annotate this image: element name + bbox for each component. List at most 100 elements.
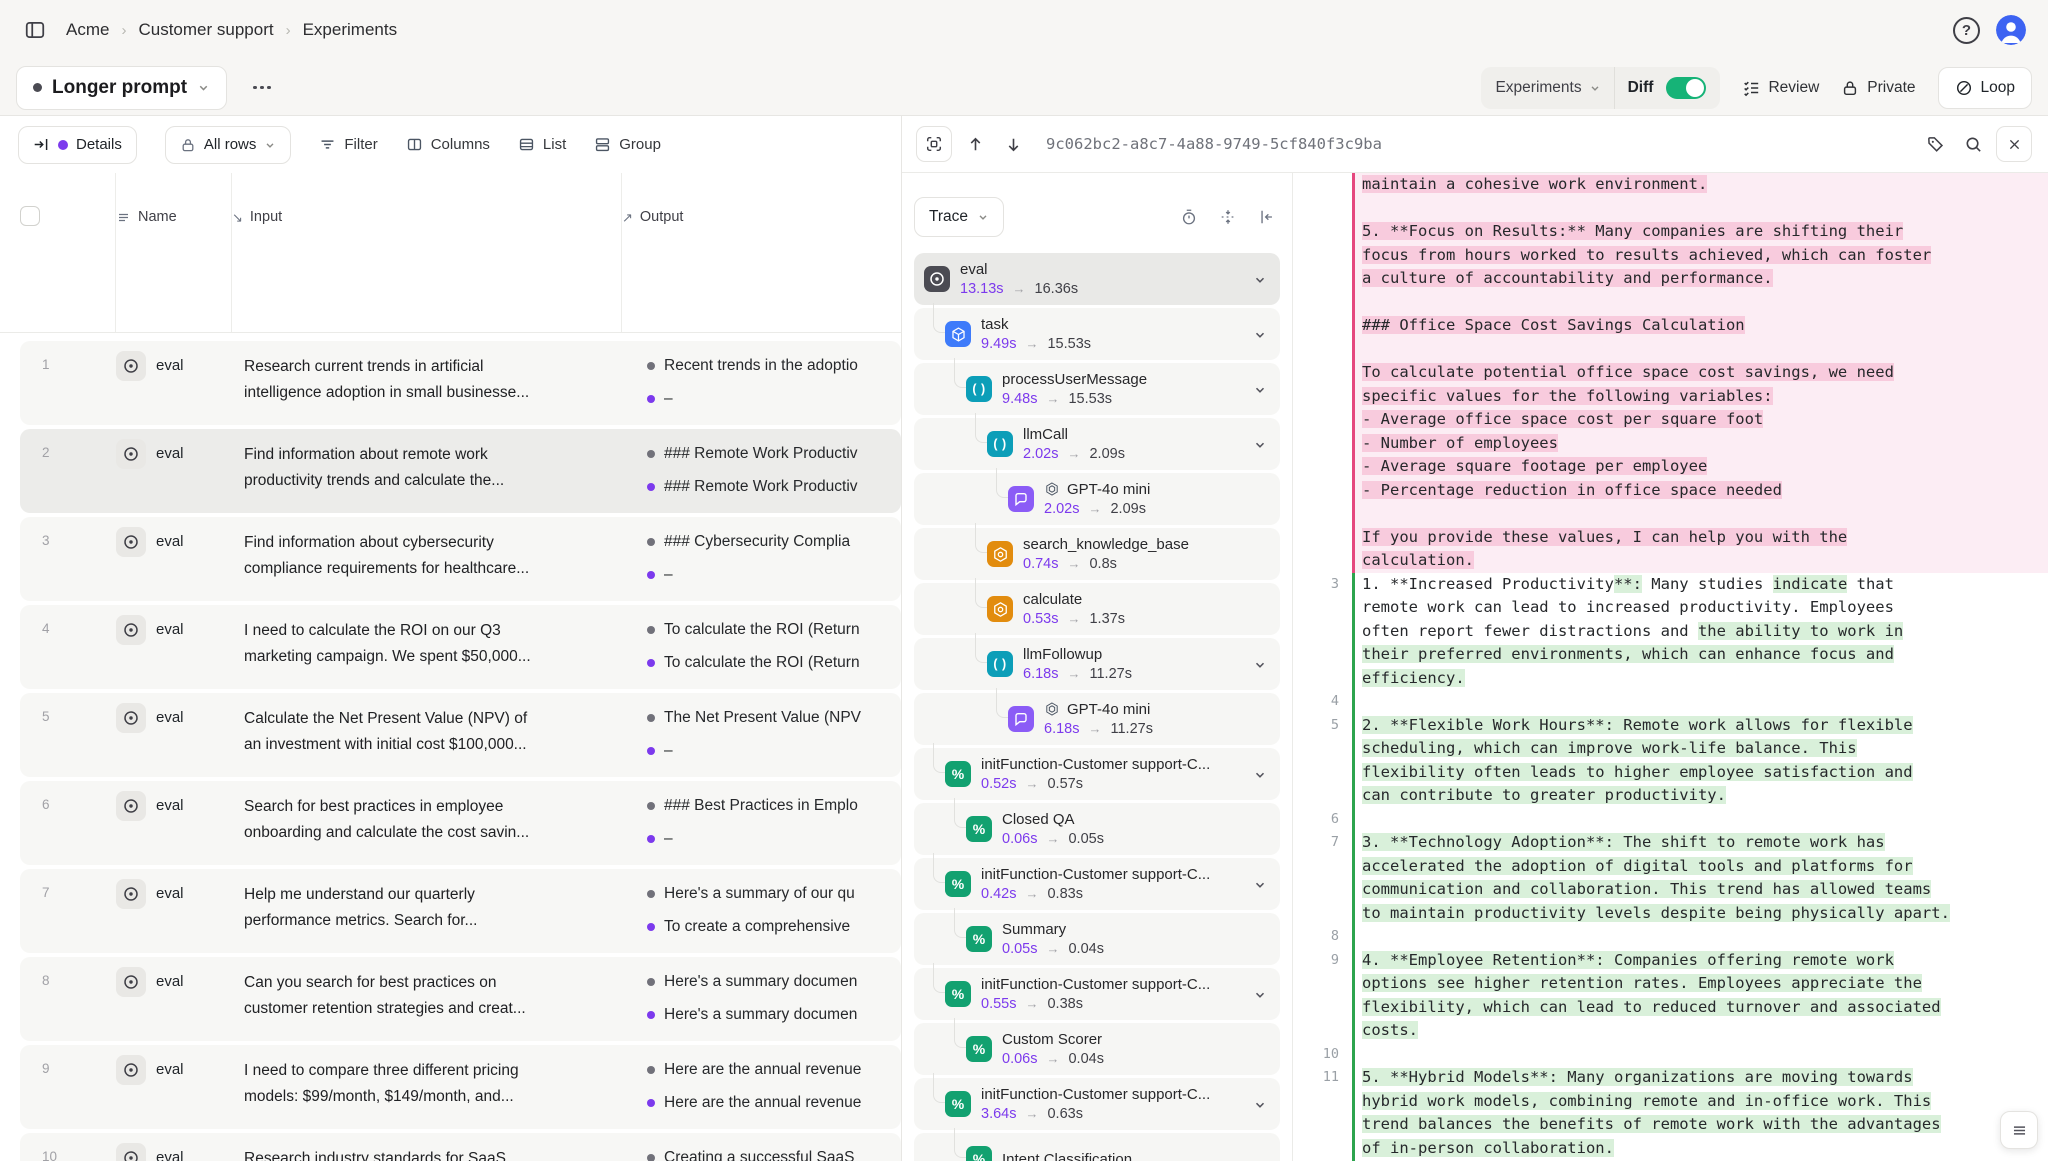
trace-span[interactable]: calculate 0.53s→1.37s: [914, 583, 1280, 635]
table-row[interactable]: 1 eval Research current trends in artifi…: [20, 341, 901, 425]
trace-span[interactable]: % initFunction-Customer support-C... 3.6…: [914, 1078, 1280, 1130]
span-info: Summary 0.05s→0.04s: [1002, 920, 1104, 959]
span-label: processUserMessage: [1002, 370, 1147, 389]
column-header-name[interactable]: Name: [116, 173, 232, 332]
line-number: [1293, 314, 1352, 338]
experiment-selector[interactable]: Longer prompt: [16, 66, 227, 110]
loop-button[interactable]: Loop: [1938, 67, 2032, 109]
details-button[interactable]: Details: [18, 126, 137, 164]
task-cube-icon: [945, 321, 971, 347]
trace-span[interactable]: % Closed QA 0.06s→0.05s: [914, 803, 1280, 855]
chevron-down-icon[interactable]: [1253, 988, 1267, 1002]
tag-icon[interactable]: [1920, 129, 1950, 159]
table-row[interactable]: 4 eval I need to calculate the ROI on ou…: [20, 605, 901, 689]
chevron-down-icon[interactable]: [1253, 878, 1267, 892]
row-name: eval: [156, 703, 184, 726]
trace-span[interactable]: task 9.49s→15.53s: [914, 308, 1280, 360]
search-icon[interactable]: [1958, 129, 1988, 159]
columns-button[interactable]: Columns: [406, 136, 490, 153]
breadcrumb-item-org[interactable]: Acme: [66, 20, 109, 40]
line-number: [1293, 197, 1352, 221]
column-header-input[interactable]: ↘ Input: [232, 173, 622, 332]
trace-span[interactable]: eval 13.13s→16.36s: [914, 253, 1280, 305]
span-info: llmCall 2.02s→2.09s: [1023, 425, 1125, 464]
next-row-icon[interactable]: [998, 129, 1028, 159]
previous-row-icon[interactable]: [960, 129, 990, 159]
diff-line: trend balances the benefits of remote wo…: [1293, 1113, 2048, 1137]
experiments-table-panel: Details All rows Filter Columns List: [0, 116, 902, 1161]
group-button[interactable]: Group: [594, 136, 661, 153]
review-button[interactable]: Review: [1742, 79, 1819, 97]
breadcrumb-item-project[interactable]: Customer support: [138, 20, 273, 40]
line-number: [1293, 173, 1352, 197]
table-row[interactable]: 7 eval Help me understand our quarterly …: [20, 869, 901, 953]
experiment-dot: [647, 538, 655, 546]
chevron-down-icon[interactable]: [1253, 273, 1267, 287]
trace-span[interactable]: ( ) llmFollowup 6.18s→11.27s: [914, 638, 1280, 690]
span-label: Intent Classification: [1002, 1150, 1132, 1161]
layout-menu-button[interactable]: [2000, 1111, 2038, 1149]
table-row[interactable]: 9 eval I need to compare three different…: [20, 1045, 901, 1129]
table-row[interactable]: 2 eval Find information about remote wor…: [20, 429, 901, 513]
breadcrumb-item-section[interactable]: Experiments: [303, 20, 397, 40]
select-all-checkbox[interactable]: [20, 206, 40, 226]
line-number: 7: [1293, 831, 1352, 855]
trace-span[interactable]: GPT-4o mini 6.18s→11.27s: [914, 693, 1280, 745]
chevron-down-icon[interactable]: [1253, 438, 1267, 452]
collapse-left-icon[interactable]: [1258, 208, 1276, 226]
output-line: Here are the annual revenue: [647, 1094, 901, 1112]
output-line: To calculate the ROI (Return: [647, 621, 901, 639]
line-number: [1293, 667, 1352, 691]
trace-span[interactable]: GPT-4o mini 2.02s→2.09s: [914, 473, 1280, 525]
row-name-cell: eval: [116, 1133, 232, 1161]
trace-view-selector[interactable]: Trace: [914, 197, 1004, 237]
trace-span[interactable]: % Intent Classification: [914, 1133, 1280, 1161]
experiment-dot: [647, 978, 655, 986]
trace-span[interactable]: % initFunction-Customer support-C... 0.5…: [914, 968, 1280, 1020]
rows-filter-button[interactable]: All rows: [165, 126, 292, 164]
more-actions-icon[interactable]: [245, 78, 279, 98]
output-line: Here are the annual revenue: [647, 1061, 901, 1079]
filter-button[interactable]: Filter: [319, 136, 377, 153]
line-number: [1293, 385, 1352, 409]
chevron-down-icon[interactable]: [1253, 383, 1267, 397]
table-row[interactable]: 6 eval Search for best practices in empl…: [20, 781, 901, 865]
chevron-down-icon[interactable]: [1253, 768, 1267, 782]
scorer-icon: %: [945, 761, 971, 787]
view-selector[interactable]: Experiments: [1495, 79, 1600, 97]
trace-span[interactable]: % initFunction-Customer support-C... 0.4…: [914, 858, 1280, 910]
trace-span[interactable]: % Custom Scorer 0.06s→0.04s: [914, 1023, 1280, 1075]
table-row[interactable]: 5 eval Calculate the Net Present Value (…: [20, 693, 901, 777]
trace-span[interactable]: ( ) llmCall 2.02s→2.09s: [914, 418, 1280, 470]
table-row[interactable]: 10 eval Research industry standards for …: [20, 1133, 901, 1161]
list-button[interactable]: List: [518, 136, 566, 153]
chevron-down-icon[interactable]: [1253, 658, 1267, 672]
avatar[interactable]: [1996, 15, 2026, 45]
expand-icon[interactable]: [916, 126, 952, 162]
line-number: [1293, 761, 1352, 785]
diff-line: 9 4. **Employee Retention**: Companies o…: [1293, 949, 2048, 973]
close-icon[interactable]: [1996, 126, 2032, 162]
private-button[interactable]: Private: [1841, 79, 1915, 97]
trace-span[interactable]: ( ) processUserMessage 9.48s→15.53s: [914, 363, 1280, 415]
timer-icon[interactable]: [1180, 208, 1198, 226]
trace-span[interactable]: search_knowledge_base 0.74s→0.8s: [914, 528, 1280, 580]
trace-span[interactable]: % Summary 0.05s→0.04s: [914, 913, 1280, 965]
column-header-output[interactable]: ↗ Output: [622, 173, 901, 332]
chevron-down-icon[interactable]: [1253, 1098, 1267, 1112]
sidebar-toggle-icon[interactable]: [22, 17, 48, 43]
trace-span[interactable]: % initFunction-Customer support-C... 0.5…: [914, 748, 1280, 800]
collapse-vertical-icon[interactable]: [1219, 208, 1237, 226]
span-label: task: [981, 315, 1091, 334]
help-icon[interactable]: ?: [1953, 17, 1980, 44]
output-line: Recent trends in the adoptio: [647, 357, 901, 375]
line-number: [1293, 408, 1352, 432]
scorer-icon: %: [966, 816, 992, 842]
chevron-down-icon[interactable]: [1253, 328, 1267, 342]
table-row[interactable]: 8 eval Can you search for best practices…: [20, 957, 901, 1041]
diff-toggle[interactable]: [1666, 77, 1706, 99]
arrow-down-right-icon: ↘: [232, 210, 243, 226]
table-row[interactable]: 3 eval Find information about cybersecur…: [20, 517, 901, 601]
row-name-cell: eval: [116, 517, 232, 601]
span-info: llmFollowup 6.18s→11.27s: [1023, 645, 1132, 684]
